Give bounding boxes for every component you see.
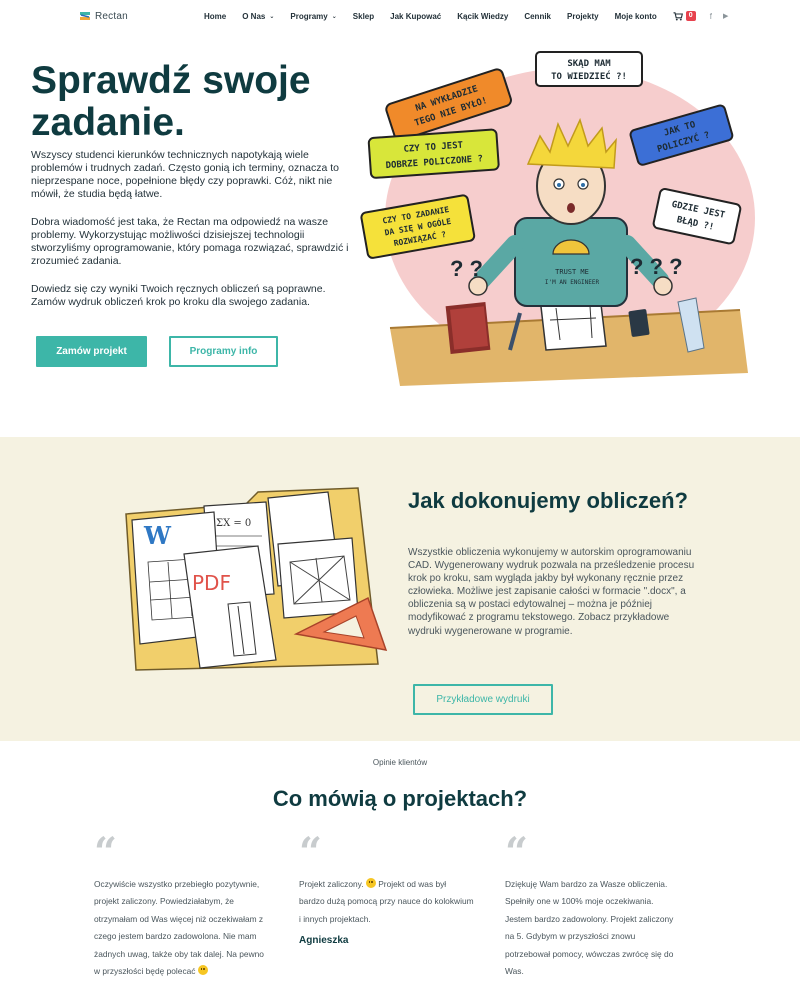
main-menu: Home O Nas ⌄ Programy ⌄ Sklep Jak Kupować … (204, 11, 739, 21)
brand-name: Rectan (95, 10, 128, 22)
calculation-title: Jak dokonujemy obliczeń? (408, 488, 688, 513)
testimonial-quote: Dziękuję Wam bardzo za Wasze obliczenia.… (505, 879, 674, 977)
hero-paragraph-1: Wszyscy studenci kierunków technicznych … (31, 149, 339, 200)
youtube-icon[interactable]: ▶ (723, 12, 728, 20)
nav-projekty[interactable]: Projekty (567, 12, 599, 21)
nav-sklep[interactable]: Sklep (353, 12, 374, 21)
order-project-button[interactable]: Zamów projekt (36, 336, 147, 367)
nav-jak-kupowac[interactable]: Jak Kupować (390, 12, 441, 21)
testimonial-quote-text: Oczywiście wszystko przebiegło pozytywni… (94, 879, 264, 977)
smiley-icon (197, 965, 208, 976)
cart-button[interactable]: 0 (673, 11, 696, 21)
svg-text:TO WIEDZIEĆ ?!: TO WIEDZIEĆ ?! (551, 70, 627, 82)
nav-programy-label: Programy (290, 11, 328, 21)
quote-icon: “ (505, 829, 529, 876)
speech-bubble-green: CZY TO JEST DOBRZE POLICZONE ? (367, 128, 500, 179)
quote-icon: “ (299, 829, 323, 876)
nav-projekty-label: Projekty (567, 11, 599, 21)
nav-sklep-label: Sklep (352, 11, 375, 21)
cart-icon (673, 11, 683, 20)
nav-o-nas[interactable]: O Nas ⌄ (242, 12, 274, 21)
top-navbar: Rectan Home O Nas ⌄ Programy ⌄ Sklep Jak K… (0, 0, 800, 36)
smiley-icon (365, 878, 376, 888)
testimonial-quote: Oczywiście wszystko przebiegło pozytywni… (94, 876, 269, 980)
nav-home[interactable]: Home (204, 12, 226, 21)
chevron-down-icon: ⌄ (331, 13, 337, 20)
nav-kacik-wiedzy-label: Kącik Wiedzy (457, 11, 509, 21)
hero-paragraph-2: Dobra wiadomość jest taka, że Rectan ma … (31, 216, 349, 267)
nav-cennik-label: Cennik (524, 11, 551, 21)
word-icon: W (143, 521, 172, 550)
calculation-paragraph: Wszystkie obliczenia wykonujemy w autors… (408, 547, 695, 637)
nav-moje-konto[interactable]: Moje konto (615, 12, 657, 21)
shirt-text: TRUST ME (555, 268, 589, 276)
testimonial-card: “ Projekt zaliczony. Projekt od was był … (299, 829, 474, 947)
rectan-logo-icon (80, 12, 90, 20)
pdf-icon: PDF (192, 571, 231, 595)
testimonial-card: “ Oczywiście wszystko przebiegło pozytyw… (94, 829, 269, 980)
documents-illustration: ΣX = 0 W PDF (125, 487, 388, 671)
testimonial-quote: Projekt zaliczony. Projekt od was był ba… (299, 876, 474, 928)
testimonial-card: “ Dziękuję Wam bardzo za Wasze obliczeni… (505, 829, 680, 980)
hero-title: Sprawdź swoje zadanie. (31, 59, 311, 144)
testimonials-title: Co mówią o projektach? (272, 786, 528, 811)
nav-jak-kupowac-label: Jak Kupować (390, 11, 442, 21)
question-marks-left: ? ? (450, 256, 483, 281)
facebook-icon[interactable]: f (710, 12, 712, 21)
quote-icon: “ (94, 829, 118, 876)
nav-moje-konto-label: Moje konto (614, 11, 657, 21)
confused-engineer-illustration: TRUST ME I'M AN ENGINEER ? ? ? ? ? NA WY… (360, 51, 755, 386)
nav-kacik-wiedzy[interactable]: Kącik Wiedzy (457, 12, 508, 21)
speech-bubble-blue-top: SKĄD MAM TO WIEDZIEĆ ?! (535, 51, 643, 87)
programs-info-button[interactable]: Programy info (169, 336, 278, 367)
nav-o-nas-label: O Nas (242, 11, 266, 21)
testimonials-eyebrow: Opinie klientów (372, 758, 428, 767)
cart-count-badge: 0 (685, 11, 696, 21)
svg-text:ΣX = 0: ΣX = 0 (216, 518, 251, 529)
nav-cennik[interactable]: Cennik (524, 12, 551, 21)
nav-programy[interactable]: Programy ⌄ (290, 12, 336, 21)
chevron-down-icon: ⌄ (269, 13, 275, 20)
svg-text:SKĄD MAM: SKĄD MAM (567, 59, 611, 69)
testimonial-quote-text: Projekt zaliczony. (299, 879, 364, 889)
brand-logo[interactable]: Rectan (79, 10, 128, 22)
testimonial-author: Agnieszka (299, 935, 349, 947)
nav-home-label: Home (204, 11, 227, 21)
question-marks-right: ? ? ? (630, 254, 683, 279)
hero-paragraph-3: Dowiedz się czy wyniki Twoich ręcznych o… (31, 283, 326, 308)
shirt-text-2: I'M AN ENGINEER (545, 279, 600, 286)
sample-printouts-button[interactable]: Przykładowe wydruki (413, 684, 553, 715)
